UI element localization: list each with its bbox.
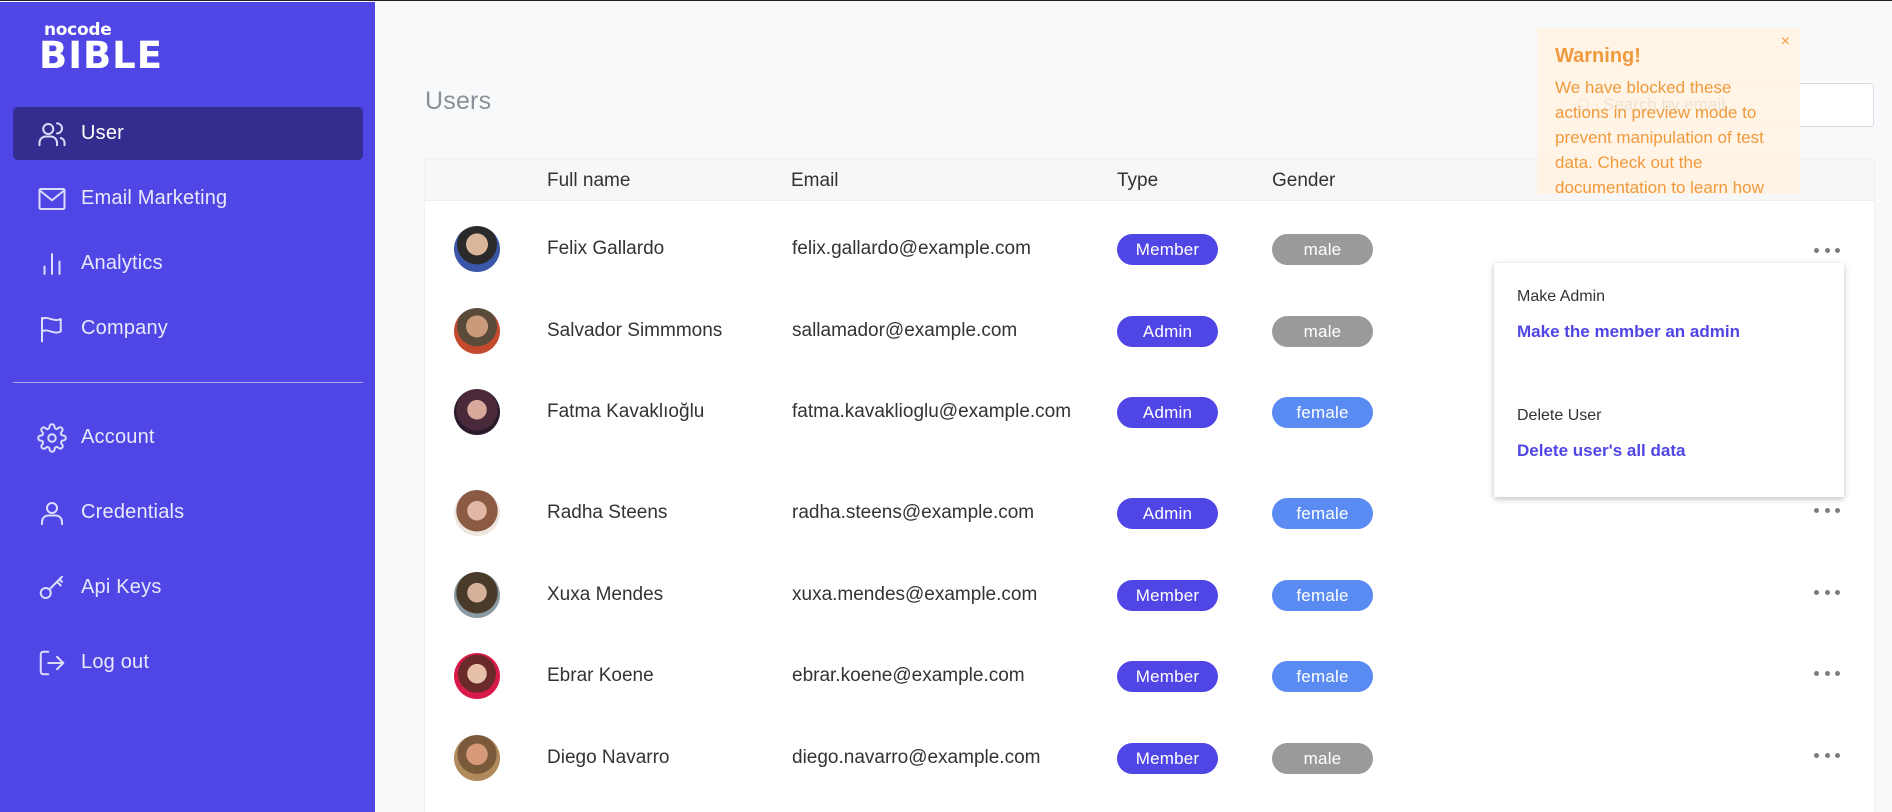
warning-message: We have blocked these actions in preview…: [1555, 78, 1764, 194]
avatar: [454, 735, 500, 781]
more-actions-button[interactable]: [1814, 504, 1840, 516]
gear-icon: [37, 422, 67, 453]
gender-badge: female: [1272, 580, 1373, 611]
gender-badge: male: [1272, 234, 1373, 265]
column-header-type: Type: [1117, 170, 1159, 191]
row-actions-dropdown: Make Admin Make the member an admin Dele…: [1494, 263, 1844, 497]
sidebar-item-label: Email Marketing: [81, 187, 228, 209]
sidebar-item-label: Company: [81, 317, 168, 339]
gender-badge: female: [1272, 661, 1373, 692]
users-icon: [38, 121, 66, 146]
sidebar-item-label: Log out: [81, 651, 150, 673]
column-header-gender: Gender: [1272, 170, 1336, 191]
delete-user-heading: Delete User: [1517, 407, 1602, 424]
sidebar-item-log-out[interactable]: Log out: [13, 636, 363, 689]
avatar: [454, 490, 500, 536]
more-actions-button[interactable]: [1814, 244, 1840, 256]
user-full-name: Radha Steens: [547, 502, 668, 523]
user-full-name: Felix Gallardo: [547, 238, 665, 259]
user-full-name: Ebrar Koene: [547, 665, 654, 686]
user-icon: [41, 501, 63, 525]
warning-toast: Warning! × We have blocked these actions…: [1537, 28, 1800, 194]
user-email: xuxa.mendes@example.com: [792, 584, 1038, 605]
user-email: felix.gallardo@example.com: [792, 238, 1031, 259]
more-actions-button[interactable]: [1814, 667, 1840, 679]
sidebar-item-account[interactable]: Account: [13, 411, 363, 464]
flag-icon: [41, 316, 62, 342]
more-actions-button[interactable]: [1814, 749, 1840, 761]
sidebar-item-label: Account: [81, 426, 155, 448]
bar-chart-icon: [43, 252, 61, 275]
logo-big-text: BIBLE: [39, 34, 164, 77]
user-email: sallamador@example.com: [792, 320, 1018, 341]
user-full-name: Fatma Kavaklıoğlu: [547, 401, 705, 422]
type-badge: Admin: [1117, 397, 1218, 428]
gender-badge: female: [1272, 397, 1373, 428]
type-badge: Member: [1117, 580, 1218, 611]
sidebar-item-user[interactable]: User: [13, 107, 363, 160]
column-header-full-name: Full name: [547, 170, 631, 191]
warning-title: Warning!: [1555, 45, 1641, 67]
sidebar-item-label: Analytics: [81, 252, 163, 274]
user-full-name: Xuxa Mendes: [547, 584, 664, 605]
sidebar-item-label: Credentials: [81, 501, 185, 523]
sidebar-item-analytics[interactable]: Analytics: [13, 237, 363, 290]
user-full-name: Salvador Simmmons: [547, 320, 723, 341]
sidebar-item-api-keys[interactable]: Api Keys: [13, 561, 363, 614]
type-badge: Member: [1117, 743, 1218, 774]
user-full-name: Diego Navarro: [547, 747, 670, 768]
avatar: [454, 572, 500, 618]
sidebar-divider: [13, 382, 363, 383]
page-title: Users: [425, 87, 492, 115]
avatar: [454, 389, 500, 435]
type-badge: Member: [1117, 661, 1218, 692]
more-actions-button[interactable]: [1814, 586, 1840, 598]
logo[interactable]: nocode BIBLE: [39, 22, 164, 77]
type-badge: Admin: [1117, 498, 1218, 529]
mail-icon: [38, 187, 66, 210]
sidebar-item-email-marketing[interactable]: Email Marketing: [13, 172, 363, 225]
close-icon[interactable]: ×: [1781, 33, 1790, 51]
type-badge: Member: [1117, 234, 1218, 265]
delete-user-link[interactable]: Delete user's all data: [1517, 441, 1685, 461]
user-email: radha.steens@example.com: [792, 502, 1035, 523]
user-email: ebrar.koene@example.com: [792, 665, 1025, 686]
user-email: diego.navarro@example.com: [792, 747, 1041, 768]
gender-badge: male: [1272, 316, 1373, 347]
sidebar: nocode BIBLE User Email Marketing Analyt…: [0, 2, 375, 812]
column-header-email: Email: [791, 170, 839, 191]
avatar: [454, 226, 500, 272]
sidebar-item-credentials[interactable]: Credentials: [13, 486, 363, 539]
gender-badge: male: [1272, 743, 1373, 774]
key-icon: [39, 575, 63, 599]
type-badge: Admin: [1117, 316, 1218, 347]
avatar: [454, 653, 500, 699]
user-email: fatma.kavaklioglu@example.com: [792, 401, 1072, 422]
make-admin-link[interactable]: Make the member an admin: [1517, 322, 1740, 342]
sidebar-item-label: User: [81, 122, 125, 144]
sidebar-item-label: Api Keys: [81, 576, 162, 598]
avatar: [454, 308, 500, 354]
logout-icon: [39, 650, 65, 675]
make-admin-heading: Make Admin: [1517, 288, 1606, 305]
sidebar-item-company[interactable]: Company: [13, 302, 363, 355]
gender-badge: female: [1272, 498, 1373, 529]
